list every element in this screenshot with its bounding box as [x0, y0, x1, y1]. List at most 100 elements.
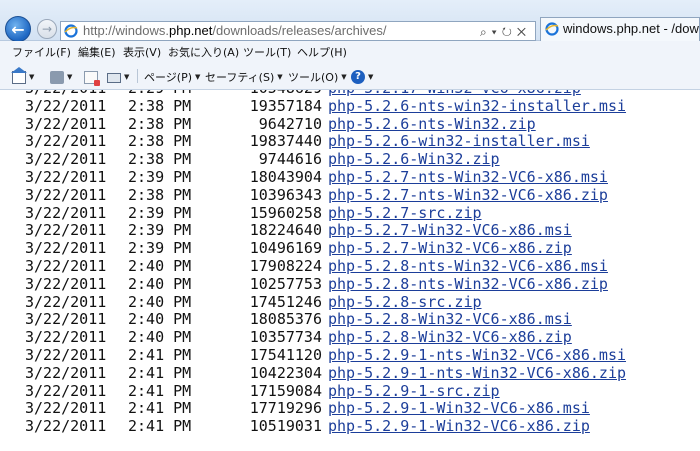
file-date: 3/22/2011: [25, 328, 107, 347]
file-link[interactable]: php-5.2.6-win32-installer.msi: [328, 133, 590, 151]
file-size: 10496169: [249, 239, 322, 258]
forward-button[interactable]: →: [37, 19, 57, 39]
file-time: 2:38 PM: [128, 185, 192, 204]
menu-help[interactable]: ヘルプ(H): [297, 44, 347, 60]
ie-page-icon: [64, 24, 78, 38]
file-link[interactable]: php-5.2.6-nts-Win32.zip: [328, 115, 536, 134]
forward-arrow-icon: →: [41, 22, 53, 36]
safety-menu-button[interactable]: セーフティ(S) ▼: [205, 69, 283, 85]
file-time: 2:41 PM: [128, 363, 192, 382]
file-link[interactable]: php-5.2.9-1-Win32-VC6-x86.msi: [328, 400, 590, 418]
file-date: 3/22/2011: [25, 185, 107, 204]
menu-tools[interactable]: ツール(T): [243, 44, 291, 60]
file-size: 17719296: [249, 399, 322, 418]
file-date: 3/22/2011: [25, 310, 107, 329]
file-date: 3/22/2011: [25, 132, 107, 151]
home-button[interactable]: ▼: [11, 66, 35, 85]
dropdown-icon[interactable]: ▾: [492, 25, 502, 39]
file-link[interactable]: php-5.2.8-src.zip: [328, 293, 482, 312]
file-link[interactable]: php-5.2.7-src.zip: [328, 204, 482, 223]
file-date: 3/22/2011: [25, 239, 107, 258]
file-size: 17908224: [249, 256, 322, 275]
file-link[interactable]: php-5.2.8-nts-Win32-VC6-x86.zip: [328, 275, 608, 294]
file-size: 15960258: [249, 203, 322, 222]
file-link[interactable]: php-5.2.8-nts-Win32-VC6-x86.msi: [328, 257, 608, 276]
file-link[interactable]: php-5.2.9-1-Win32-VC6-x86.zip: [328, 417, 590, 436]
file-link[interactable]: php-5.2.6-nts-win32-installer.msi: [328, 97, 626, 116]
file-link[interactable]: php-5.2.7-Win32-VC6-x86.zip: [328, 239, 572, 258]
file-size: 9744616: [258, 150, 322, 169]
command-bar: ▼ ▼ ▼ ページ(P) ▼ セーフティ(S) ▼ ツール(O) ▼ ? ▼: [0, 63, 700, 90]
ie-tab-icon: [545, 22, 559, 36]
file-link[interactable]: php-5.2.8-Win32-VC6-x86.zip: [328, 328, 572, 347]
file-time: 2:40 PM: [128, 328, 192, 347]
file-size: 10422304: [249, 363, 322, 382]
file-date: 3/22/2011: [25, 363, 107, 382]
read-mail-button[interactable]: [84, 69, 100, 86]
file-date: 3/22/2011: [25, 292, 107, 311]
file-time: 2:40 PM: [128, 292, 192, 311]
address-bar-row: ← → http://windows.php.net/downloads/rel…: [0, 0, 700, 42]
file-size: 10396343: [249, 185, 322, 204]
print-icon: [107, 73, 121, 83]
file-time: 2:39 PM: [128, 221, 192, 240]
file-size: 19837440: [249, 132, 322, 151]
search-icon[interactable]: ⌕: [480, 25, 492, 39]
file-date: 3/22/2011: [25, 256, 107, 275]
chevron-down-icon: ▼: [124, 73, 130, 81]
file-link[interactable]: php-5.2.9-1-nts-Win32-VC6-x86.zip: [328, 364, 626, 383]
feed-icon: [50, 70, 64, 84]
file-date: 3/22/2011: [25, 345, 107, 364]
file-date: 3/22/2011: [25, 417, 107, 436]
file-size: 10257753: [249, 274, 322, 293]
file-time: 2:38 PM: [128, 114, 192, 133]
menu-favorites[interactable]: お気に入り(A): [168, 44, 239, 60]
file-size: 19357184: [249, 96, 322, 115]
help-menu-button[interactable]: ? ▼: [351, 69, 373, 85]
tools-menu-label: ツール(O): [288, 71, 339, 84]
file-date: 3/22/2011: [25, 381, 107, 400]
file-time: 2:39 PM: [128, 203, 192, 222]
menu-file[interactable]: ファイル(F): [12, 44, 71, 60]
help-icon: ?: [351, 70, 365, 84]
file-time: 2:41 PM: [128, 417, 192, 436]
menu-edit[interactable]: 編集(E): [78, 44, 116, 60]
browser-tab[interactable]: windows.php.net - /dow...: [540, 17, 700, 41]
chevron-down-icon: ▼: [277, 73, 283, 81]
file-link[interactable]: php-5.2.7-nts-Win32-VC6-x86.zip: [328, 186, 608, 205]
file-time: 2:41 PM: [128, 345, 192, 364]
tools-menu-button[interactable]: ツール(O) ▼: [288, 69, 347, 85]
chevron-down-icon: ▼: [195, 73, 201, 81]
close-icon[interactable]: ✕: [517, 25, 531, 39]
file-time: 2:41 PM: [128, 399, 192, 418]
file-link[interactable]: php-5.2.7-nts-Win32-VC6-x86.msi: [328, 168, 608, 187]
file-size: 18043904: [249, 167, 322, 186]
file-date: 3/22/2011: [25, 203, 107, 222]
chevron-down-icon: ▼: [29, 73, 35, 81]
file-link[interactable]: php-5.2.7-Win32-VC6-x86.msi: [328, 222, 572, 240]
page-menu-button[interactable]: ページ(P) ▼: [144, 69, 200, 85]
file-link[interactable]: php-5.2.6-Win32.zip: [328, 150, 500, 169]
file-time: 2:39 PM: [128, 167, 192, 186]
file-time: 2:39 PM: [128, 239, 192, 258]
file-date: 3/22/2011: [25, 114, 107, 133]
chevron-down-icon: ▼: [368, 73, 374, 81]
file-link[interactable]: php-5.2.9-1-src.zip: [328, 382, 500, 401]
tab-title: windows.php.net - /dow...: [563, 21, 700, 36]
address-field[interactable]: http://windows.php.net/downloads/release…: [60, 21, 536, 41]
file-size: 9642710: [258, 114, 322, 133]
feeds-button[interactable]: ▼: [50, 69, 72, 85]
file-link[interactable]: php-5.2.8-Win32-VC6-x86.msi: [328, 311, 572, 329]
file-time: 2:38 PM: [128, 150, 192, 169]
file-date: 3/22/2011: [25, 150, 107, 169]
refresh-icon[interactable]: ↻: [502, 25, 517, 39]
address-url: http://windows.php.net/downloads/release…: [83, 23, 387, 38]
file-link[interactable]: php-5.2.9-1-nts-Win32-VC6-x86.msi: [328, 346, 626, 365]
back-button[interactable]: ←: [5, 16, 31, 42]
mail-icon: [84, 70, 100, 86]
menu-bar: ファイル(F) 編集(E) 表示(V) お気に入り(A) ツール(T) ヘルプ(…: [0, 41, 700, 63]
print-button[interactable]: ▼: [107, 69, 129, 85]
file-size: 17451246: [249, 292, 322, 311]
menu-view[interactable]: 表示(V): [123, 44, 161, 60]
address-tools: ⌕▾↻✕: [480, 23, 531, 40]
